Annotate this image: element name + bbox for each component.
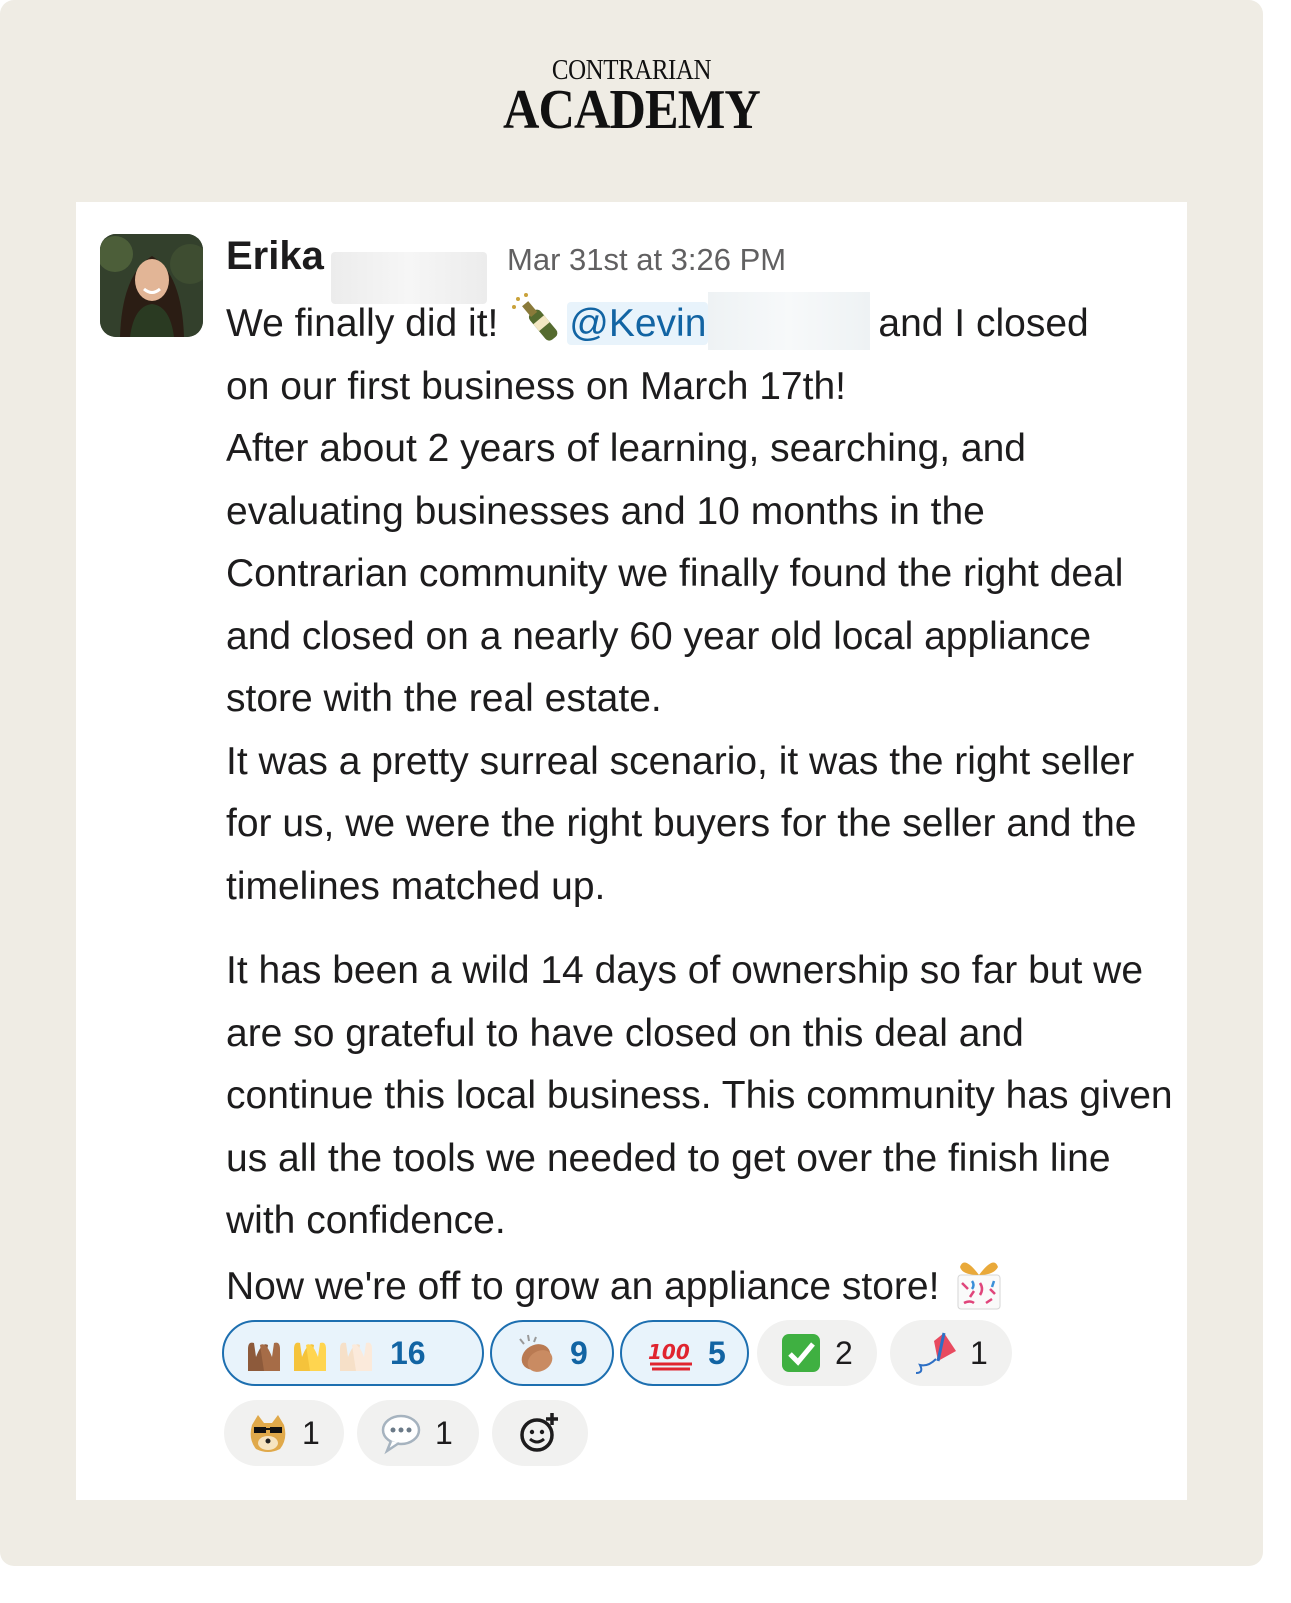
slack-message-card: Erika Mar 31st at 3:26 PM We finally did… — [76, 202, 1187, 1500]
hundred-points-icon: 100 — [648, 1340, 692, 1371]
page-frame: CONTRARIAN ACADEMY Erika Mar 31st at 3:2… — [0, 0, 1263, 1566]
user-mention[interactable]: @Kevin — [567, 302, 709, 345]
reaction-speech-bubble[interactable]: 1 — [357, 1400, 479, 1466]
champagne-bottle-icon — [512, 293, 558, 341]
message-paragraph: It has been a wild 14 days of ownership … — [226, 949, 1173, 1242]
avatar[interactable] — [100, 234, 203, 337]
clapping-hands-icon — [519, 1334, 553, 1372]
message-line-1: We finally did it! @Kevin and I closed — [226, 290, 1176, 356]
reaction-count: 1 — [435, 1414, 453, 1451]
message-timestamp[interactable]: Mar 31st at 3:26 PM — [507, 242, 786, 278]
raised-hands-icon — [248, 1342, 280, 1371]
raised-hands-icon — [294, 1342, 326, 1371]
add-reaction-icon — [520, 1413, 558, 1452]
message-closing-line: Now we're off to grow an appliance store… — [226, 1253, 1176, 1319]
reaction-kite[interactable]: 1 — [890, 1320, 1012, 1386]
message-paragraph: After about 2 years of learning, searchi… — [226, 427, 1124, 720]
reaction-count: 16 — [390, 1334, 426, 1371]
reaction-count: 1 — [970, 1334, 988, 1371]
message-line-2: on our first business on March 17th! — [226, 364, 846, 408]
reaction-hundred-points[interactable]: 100 5 — [620, 1320, 749, 1386]
add-reaction-button[interactable] — [492, 1400, 588, 1466]
reaction-count: 9 — [570, 1334, 588, 1371]
avatar-photo-icon — [100, 234, 203, 337]
reaction-count: 1 — [302, 1414, 320, 1451]
reaction-check-mark[interactable]: 2 — [757, 1320, 877, 1386]
raised-hands-icon — [340, 1342, 372, 1371]
reaction-cool-doge[interactable]: 1 — [224, 1400, 344, 1466]
message-paragraph: It was a pretty surreal scenario, it was… — [226, 739, 1137, 908]
reaction-count: 5 — [708, 1334, 726, 1371]
kite-icon — [915, 1332, 956, 1374]
message-header: Erika Mar 31st at 3:26 PM — [226, 232, 1166, 304]
logo-wordmark-main: ACADEMY — [503, 79, 761, 141]
reaction-count: 2 — [835, 1334, 853, 1371]
reaction-clapping-hands[interactable]: 9 — [490, 1320, 614, 1386]
redacted-mention-surname — [708, 292, 871, 350]
cool-doge-icon — [250, 1415, 286, 1452]
speech-bubble-icon — [381, 1414, 421, 1455]
author-name[interactable]: Erika — [226, 234, 324, 279]
message-body: We finally did it! @Kevin and I closed on… — [226, 290, 1176, 1318]
svg-text:100: 100 — [648, 1340, 690, 1364]
wrapped-gift-icon — [957, 1262, 1001, 1309]
reaction-raised-hands[interactable]: 16 — [222, 1320, 484, 1386]
check-mark-button-icon — [782, 1334, 820, 1372]
